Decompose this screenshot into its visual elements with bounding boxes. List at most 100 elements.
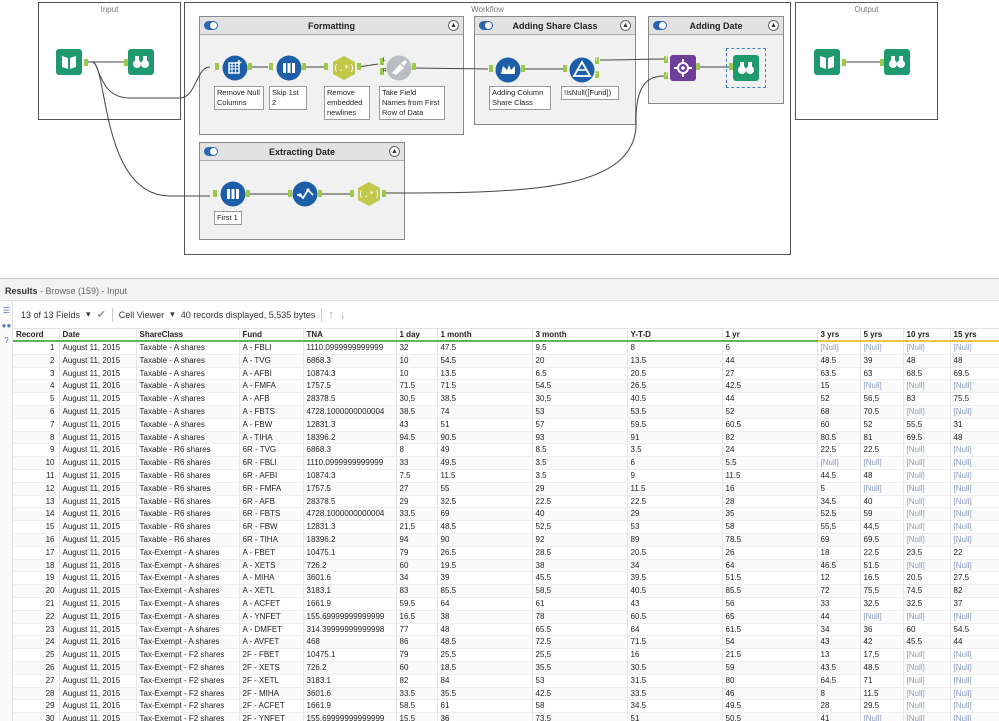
table-cell[interactable]: 61 [532, 597, 628, 611]
table-cell[interactable]: 71 [860, 674, 904, 688]
table-row[interactable]: 16 August 11, 2015 Taxable - R6 shares 6R -… [13, 533, 999, 547]
table-cell[interactable]: 7.5 [396, 469, 438, 483]
table-cell[interactable]: 726.2 [303, 661, 397, 675]
record-cell[interactable]: 26 [13, 661, 60, 675]
table-cell[interactable]: August 11, 2015 [59, 623, 137, 637]
table-cell[interactable]: Taxable - A shares [136, 367, 240, 381]
table-cell[interactable]: Tax-Exempt - F2 shares [136, 687, 240, 701]
table-cell[interactable]: 32.5 [903, 597, 951, 611]
table-cell[interactable]: [Null] [860, 712, 904, 721]
table-cell[interactable]: A - ACFET [239, 597, 304, 611]
table-row[interactable]: 8 August 11, 2015 Taxable - A shares A - TI… [13, 431, 999, 445]
table-row[interactable]: 2 August 11, 2015 Taxable - A shares A - TV… [13, 354, 999, 368]
table-cell[interactable]: [Null] [950, 533, 999, 547]
table-cell[interactable]: [Null] [950, 482, 999, 496]
table-cell[interactable]: 79 [396, 546, 438, 560]
table-cell[interactable]: 18396.2 [303, 533, 397, 547]
table-cell[interactable]: 1661.9 [303, 699, 397, 714]
table-cell[interactable]: August 11, 2015 [59, 661, 137, 675]
record-cell[interactable]: 29 [13, 699, 60, 714]
table-cell[interactable]: 12 [817, 571, 861, 586]
table-cell[interactable]: [Null] [903, 520, 951, 534]
table-cell[interactable]: August 11, 2015 [59, 674, 137, 688]
table-cell[interactable]: 60.5 [627, 610, 723, 624]
output-anchor[interactable] [248, 63, 252, 70]
table-cell[interactable]: Taxable - R6 shares [136, 469, 240, 483]
table-cell[interactable]: Tax-Exempt - A shares [136, 571, 240, 586]
table-cell[interactable]: A - XETS [239, 559, 304, 573]
table-cell[interactable]: [Null] [903, 648, 951, 662]
table-cell[interactable]: 22 [950, 546, 999, 560]
table-cell[interactable]: August 11, 2015 [59, 379, 137, 394]
output-browse-tool[interactable] [884, 49, 910, 75]
table-cell[interactable]: 26.5 [627, 379, 723, 394]
table-cell[interactable]: 1110.0999999999999 [303, 341, 397, 355]
table-cell[interactable]: 5.5 [722, 456, 818, 470]
output-anchor[interactable] [521, 65, 525, 72]
table-cell[interactable]: August 11, 2015 [59, 559, 137, 573]
table-cell[interactable]: 43.5 [817, 661, 861, 675]
table-cell[interactable]: 11.5 [437, 469, 533, 483]
record-cell[interactable]: 20 [13, 584, 60, 598]
record-cell[interactable]: 21 [13, 597, 60, 611]
table-cell[interactable]: 155.69999999999999 [303, 712, 397, 721]
table-cell[interactable]: 10475.1 [303, 648, 397, 662]
table-cell[interactable]: Tax-Exempt - F2 shares [136, 648, 240, 662]
table-cell[interactable]: 4728.1000000000004 [303, 405, 397, 419]
table-cell[interactable]: 11.5 [627, 482, 723, 496]
table-cell[interactable]: 48 [950, 431, 999, 445]
table-cell[interactable]: 25.5 [532, 648, 628, 662]
table-cell[interactable]: August 11, 2015 [59, 341, 137, 355]
table-cell[interactable]: 12831.3 [303, 520, 397, 534]
table-cell[interactable]: 2F - XETS [239, 661, 304, 675]
table-cell[interactable]: 6.5 [532, 367, 628, 381]
table-cell[interactable]: [Null] [950, 520, 999, 534]
table-cell[interactable]: [Null] [950, 674, 999, 688]
table-cell[interactable]: 35.5 [532, 661, 628, 675]
table-cell[interactable]: 23.5 [903, 546, 951, 560]
record-cell[interactable]: 13 [13, 495, 60, 509]
table-cell[interactable]: 59 [722, 661, 818, 675]
input-anchor[interactable] [213, 190, 217, 197]
table-cell[interactable]: 18.5 [437, 661, 533, 675]
table-cell[interactable]: Taxable - R6 shares [136, 443, 240, 458]
table-cell[interactable]: [Null] [950, 443, 999, 458]
table-cell[interactable]: 69.5 [950, 367, 999, 381]
table-cell[interactable]: 59.5 [396, 597, 438, 611]
table-cell[interactable]: 13.5 [437, 367, 533, 381]
table-cell[interactable]: Taxable - R6 shares [136, 533, 240, 547]
record-cell[interactable]: 3 [13, 367, 60, 381]
input-anchor[interactable] [288, 190, 292, 197]
table-cell[interactable]: Tax-Exempt - A shares [136, 623, 240, 637]
table-cell[interactable]: August 11, 2015 [59, 367, 137, 381]
table-cell[interactable]: 83 [903, 392, 951, 406]
table-cell[interactable]: 4728.1000000000004 [303, 507, 397, 522]
table-cell[interactable]: August 11, 2015 [59, 520, 137, 534]
table-cell[interactable]: August 11, 2015 [59, 495, 137, 509]
table-cell[interactable]: 20.5 [903, 571, 951, 586]
table-cell[interactable]: A - AFBI [239, 367, 304, 381]
table-cell[interactable]: 36 [437, 712, 533, 721]
table-cell[interactable]: 1757.5 [303, 482, 397, 496]
table-cell[interactable]: 79 [396, 648, 438, 662]
table-cell[interactable]: 77 [396, 623, 438, 637]
table-cell[interactable]: Tax-Exempt - A shares [136, 546, 240, 560]
table-cell[interactable]: 55.5 [903, 418, 951, 432]
table-cell[interactable]: 34 [817, 623, 861, 637]
record-cell[interactable]: 7 [13, 418, 60, 432]
output-anchor[interactable] [246, 190, 250, 197]
table-cell[interactable]: August 11, 2015 [59, 469, 137, 483]
table-row[interactable]: 3 August 11, 2015 Taxable - A shares A - AF… [13, 367, 999, 381]
record-cell[interactable]: 18 [13, 559, 60, 573]
table-cell[interactable]: 82 [396, 674, 438, 688]
table-cell[interactable]: 69 [437, 507, 533, 522]
table-cell[interactable]: 6R - FBLI [239, 456, 304, 470]
output-input-tool[interactable] [814, 49, 840, 75]
table-cell[interactable]: 52 [860, 418, 904, 432]
output-anchor[interactable] [302, 63, 306, 70]
record-cell[interactable]: 23 [13, 623, 60, 637]
table-cell[interactable]: 16 [722, 482, 818, 496]
table-cell[interactable]: August 11, 2015 [59, 546, 137, 560]
table-cell[interactable]: 42.5 [532, 687, 628, 701]
table-cell[interactable]: 9.5 [532, 341, 628, 355]
